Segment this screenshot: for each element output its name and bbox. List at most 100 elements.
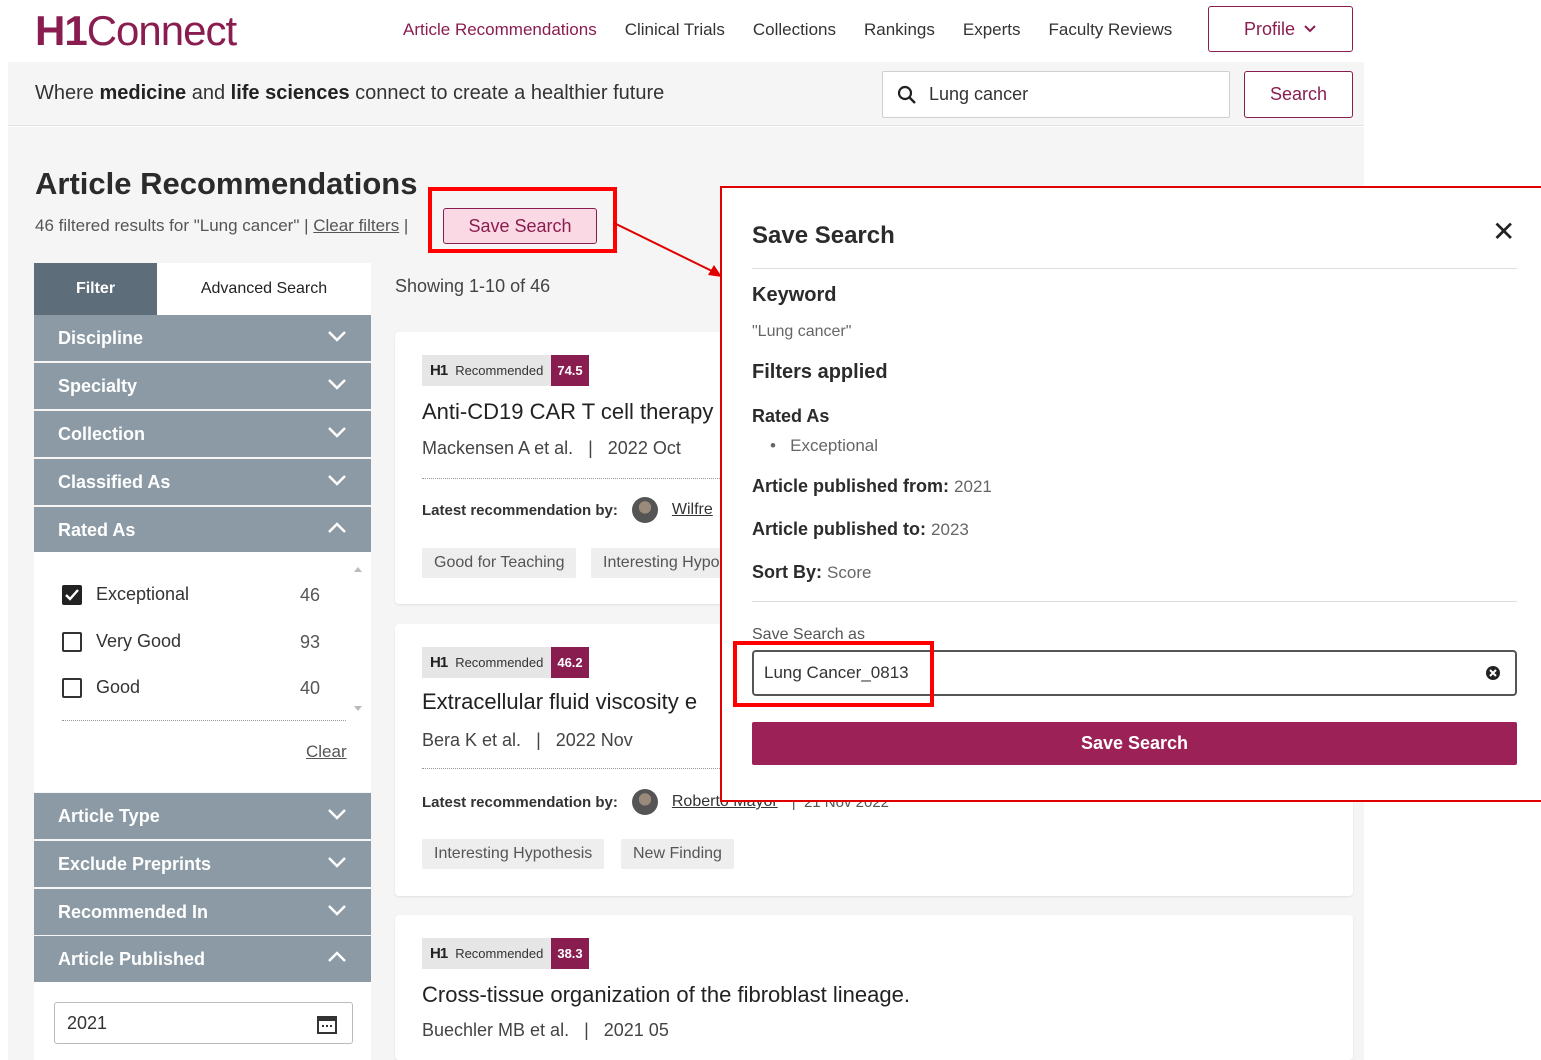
nav-rankings[interactable]: Rankings (864, 20, 935, 40)
sub-header: Where medicine and life sciences connect… (8, 62, 1364, 126)
published-from: Article published from: 2021 (752, 476, 992, 496)
h1-logo-icon: H1 (430, 945, 448, 962)
accordion-rated-as[interactable]: Rated As (34, 507, 371, 553)
keyword-heading: Keyword (752, 284, 837, 306)
h1-logo-icon: H1 (430, 362, 448, 379)
accordion-specialty[interactable]: Specialty (34, 363, 371, 409)
rated-option-exceptional[interactable]: Exceptional (62, 584, 189, 605)
chevron-down-icon (328, 905, 346, 916)
score-badge: 74.5 (551, 355, 589, 386)
article-title[interactable]: Extracellular fluid viscosity e (422, 689, 697, 715)
rated-count: 40 (300, 678, 321, 698)
search-input[interactable] (929, 84, 1209, 105)
rated-option-good[interactable]: Good (62, 677, 140, 698)
score-badge: 38.3 (551, 938, 589, 969)
tab-filter[interactable]: Filter (34, 263, 157, 315)
logo-h1: H1 (35, 7, 88, 54)
accordion-discipline[interactable]: Discipline (34, 315, 371, 361)
clear-input-icon[interactable] (1485, 665, 1501, 681)
accordion-exclude-preprints[interactable]: Exclude Preprints (34, 841, 371, 887)
checkbox-icon[interactable] (62, 631, 82, 652)
recommended-badge: H1 Recommended 38.3 (422, 938, 589, 969)
divider (752, 601, 1517, 602)
search-box[interactable] (882, 71, 1230, 118)
divider (752, 268, 1517, 269)
chevron-down-icon (328, 475, 346, 486)
logo-text: Connect (86, 7, 237, 54)
nav-collections[interactable]: Collections (753, 20, 836, 40)
nav-clinical-trials[interactable]: Clinical Trials (625, 20, 725, 40)
rated-count: 46 (300, 585, 321, 605)
article-card[interactable]: H1 Recommended 38.3 Cross-tissue organizat… (395, 915, 1353, 1060)
article-meta: Bera K et al. | 2022 Nov (422, 730, 633, 750)
article-title[interactable]: Cross-tissue organization of the fibrobl… (422, 982, 910, 1008)
accordion-article-type[interactable]: Article Type (34, 793, 371, 839)
search-icon (897, 85, 916, 104)
tag-chip[interactable]: Good for Teaching (422, 548, 577, 578)
scrollbar[interactable] (352, 558, 364, 718)
chevron-down-icon (328, 331, 346, 342)
recommender-link[interactable]: Wilfre (672, 501, 713, 519)
accordion-article-published[interactable]: Article Published (34, 936, 371, 982)
filter-tabs: Filter Advanced Search (34, 263, 371, 315)
article-meta: Buechler MB et al. | 2021 05 (422, 1020, 669, 1040)
chevron-down-icon (1304, 25, 1316, 33)
accordion-classified-as[interactable]: Classified As (34, 459, 371, 505)
tag-chip[interactable]: New Finding (621, 839, 734, 869)
showing-count: Showing 1-10 of 46 (395, 276, 551, 296)
h1-logo-icon: H1 (430, 654, 448, 671)
recommended-badge: H1 Recommended 74.5 (422, 355, 589, 386)
tag-chip[interactable]: Interesting Hypo (591, 548, 732, 578)
save-search-modal: Save Search ✕ Keyword "Lung cancer" Filt… (720, 186, 1541, 802)
highlight-save-as-input (733, 641, 934, 707)
filters-heading: Filters applied (752, 361, 888, 383)
profile-button[interactable]: Profile (1208, 6, 1353, 52)
highlight-save-search-button (428, 187, 617, 253)
latest-recommendation: Latest recommendation by: Wilfre (422, 497, 713, 523)
rated-clear-link[interactable]: Clear (306, 742, 347, 762)
modal-title: Save Search (752, 222, 895, 249)
page-title: Article Recommendations (35, 166, 418, 201)
nav-article-recommendations[interactable]: Article Recommendations (403, 20, 597, 40)
annotation-arrow (613, 222, 722, 277)
rated-as-panel: Exceptional 46 Very Good 93 Good 40 Clea… (34, 552, 371, 792)
chevron-down-icon (328, 379, 346, 390)
tagline: Where medicine and life sciences connect… (35, 82, 665, 104)
close-icon[interactable]: ✕ (1492, 218, 1515, 246)
checkbox-icon[interactable] (62, 677, 82, 698)
sort-by: Sort By: Score (752, 562, 872, 582)
modal-save-search-button[interactable]: Save Search (752, 722, 1517, 765)
clear-filters-link[interactable]: Clear filters (313, 216, 399, 235)
calendar-icon[interactable] (316, 1013, 338, 1035)
recommended-badge: H1 Recommended 46.2 (422, 647, 589, 678)
tag-chip[interactable]: Interesting Hypothesis (422, 839, 605, 869)
keyword-value: "Lung cancer" (752, 323, 852, 340)
nav-experts[interactable]: Experts (963, 20, 1021, 40)
article-published-panel: 2021 (34, 982, 371, 1060)
divider (62, 720, 346, 721)
article-meta: Mackensen A et al. | 2022 Oct (422, 438, 681, 458)
results-summary: 46 filtered results for "Lung cancer" | … (35, 216, 409, 235)
chevron-up-icon (328, 951, 346, 962)
profile-label: Profile (1243, 18, 1296, 39)
h1connect-logo[interactable]: H1Connect (35, 7, 237, 54)
checkbox-checked-icon[interactable] (62, 584, 82, 605)
chevron-down-icon (328, 809, 346, 820)
top-navbar: H1Connect Article Recommendations Clinic… (8, 0, 1364, 62)
rated-heading: Rated As (752, 406, 830, 426)
chevron-up-icon (328, 522, 346, 533)
search-button[interactable]: Search (1244, 71, 1353, 118)
main-nav: Article Recommendations Clinical Trials … (403, 20, 1200, 40)
accordion-collection[interactable]: Collection (34, 411, 371, 457)
published-from-input[interactable]: 2021 (54, 1002, 353, 1044)
score-badge: 46.2 (551, 647, 589, 678)
article-title[interactable]: Anti-CD19 CAR T cell therapy (422, 399, 713, 425)
accordion-recommended-in[interactable]: Recommended In (34, 889, 371, 935)
avatar (631, 497, 658, 523)
published-to: Article published to: 2023 (752, 519, 969, 539)
tab-advanced-search[interactable]: Advanced Search (157, 263, 371, 315)
rated-value: • Exceptional (770, 436, 879, 455)
rated-option-very-good[interactable]: Very Good (62, 631, 181, 652)
nav-faculty-reviews[interactable]: Faculty Reviews (1049, 20, 1173, 40)
chevron-down-icon (328, 427, 346, 438)
